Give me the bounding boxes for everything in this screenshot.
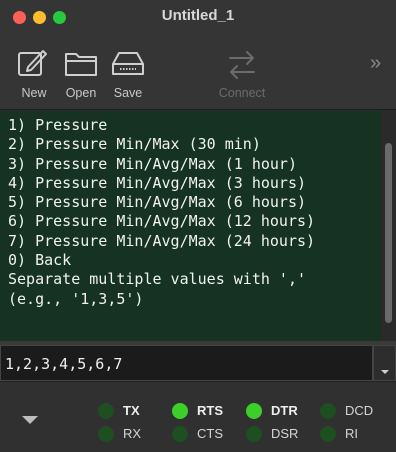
drive-icon: [112, 52, 144, 75]
app-window: Untitled_1 New Open Save Connect » 1) Pr…: [0, 0, 396, 452]
title-bar: Untitled_1 New Open Save Connect »: [0, 0, 396, 110]
dcd-label: DCD: [345, 403, 374, 418]
tx-label: TX: [123, 403, 140, 418]
scrollbar-thumb[interactable]: [385, 143, 392, 323]
toolbar-overflow-button[interactable]: »: [370, 52, 381, 75]
send-input[interactable]: [5, 352, 365, 376]
terminal-line: 2) Pressure Min/Max (30 min): [8, 135, 261, 154]
cts-led-icon: [172, 426, 188, 442]
terminal-line: 6) Pressure Min/Avg/Max (12 hours): [8, 212, 316, 231]
dcd-led-icon: [320, 403, 336, 419]
ri-led-icon: [320, 426, 336, 442]
open-label: Open: [65, 86, 97, 100]
connect-arrows-icon: [229, 51, 255, 79]
send-input-container: [0, 345, 373, 381]
ri-label: RI: [345, 426, 358, 441]
save-button[interactable]: Save: [104, 46, 152, 104]
folder-icon: [65, 53, 97, 76]
dtr-led-icon: [246, 403, 262, 419]
window-title: Untitled_1: [161, 7, 235, 24]
chevron-down-icon: [381, 370, 389, 374]
status-panel: TX RTS DTR DCD RX CTS DSR RI: [0, 381, 396, 452]
terminal-scrollbar[interactable]: [381, 111, 396, 341]
terminal-line: 0) Back: [8, 251, 72, 270]
open-button[interactable]: Open: [57, 46, 105, 104]
dsr-led-icon: [246, 426, 262, 442]
save-label: Save: [113, 86, 143, 100]
dtr-label: DTR: [271, 403, 298, 418]
terminal-line: 3) Pressure Min/Avg/Max (1 hour): [8, 154, 297, 173]
rx-label: RX: [123, 426, 142, 441]
new-button[interactable]: New: [10, 46, 58, 104]
rts-led-icon: [172, 403, 188, 419]
cts-label: CTS: [197, 426, 223, 441]
terminal-line: Separate multiple values with ',': [8, 270, 307, 289]
rx-led-icon: [98, 426, 114, 442]
terminal-line: 7) Pressure Min/Avg/Max (24 hours): [8, 231, 316, 250]
new-label: New: [21, 86, 47, 100]
tx-led-icon: [98, 403, 114, 419]
terminal-line: 5) Pressure Min/Avg/Max (6 hours): [8, 193, 307, 212]
connect-button[interactable]: Connect: [210, 46, 274, 104]
send-options-button[interactable]: [373, 345, 396, 381]
connect-label: Connect: [218, 86, 266, 100]
terminal-line: 1) Pressure: [8, 116, 108, 134]
terminal-output: 1) Pressure 2) Pressure Min/Max (30 min)…: [0, 111, 381, 341]
dsr-label: DSR: [271, 426, 299, 441]
disclosure-triangle-icon[interactable]: [22, 416, 38, 424]
terminal-line: 4) Pressure Min/Avg/Max (3 hours): [8, 173, 307, 192]
new-document-icon: [18, 50, 47, 76]
terminal-line: (e.g., '1,3,5'): [8, 289, 144, 308]
rts-label: RTS: [197, 403, 223, 418]
